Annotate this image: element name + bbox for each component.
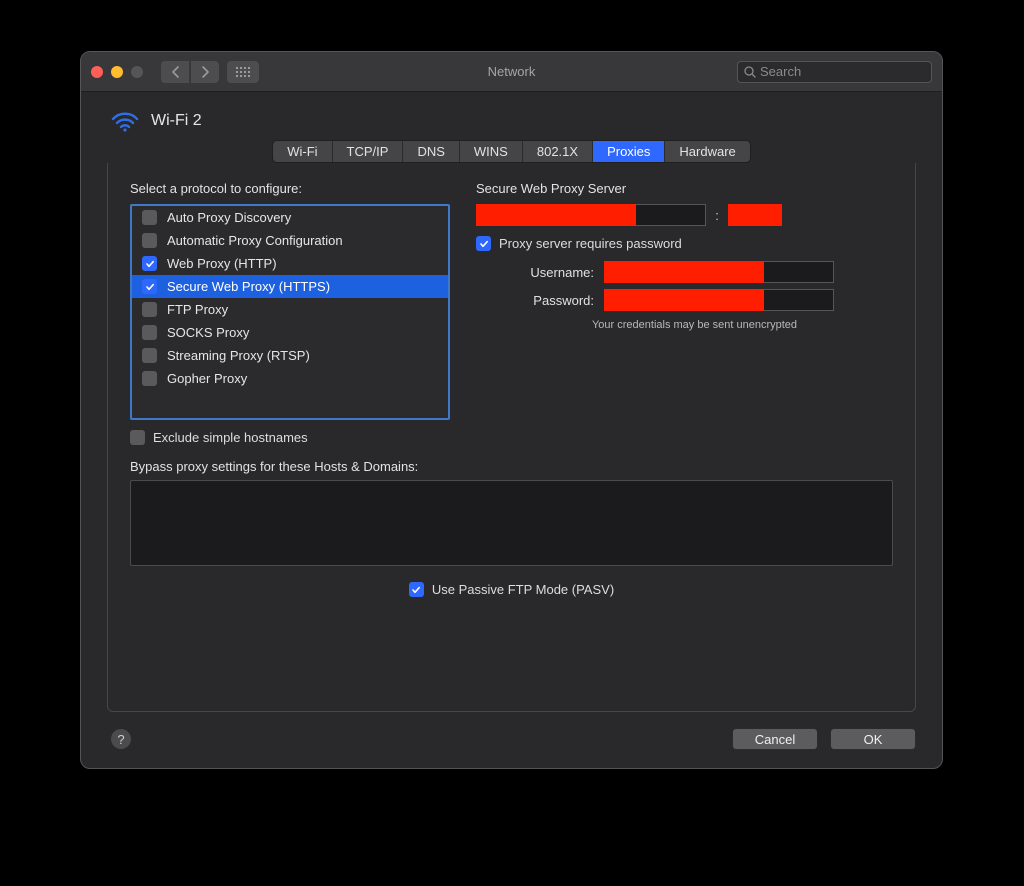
protocol-checkbox-7[interactable] xyxy=(142,371,157,386)
protocol-checkbox-5[interactable] xyxy=(142,325,157,340)
protocol-checkbox-3[interactable] xyxy=(142,279,157,294)
server-host-field[interactable] xyxy=(476,204,636,226)
protocol-label-0: Auto Proxy Discovery xyxy=(167,210,291,225)
protocol-heading: Select a protocol to configure: xyxy=(130,181,450,196)
proxies-panel: Select a protocol to configure: Auto Pro… xyxy=(107,163,916,712)
tab-proxies[interactable]: Proxies xyxy=(593,141,665,162)
pasv-checkbox[interactable] xyxy=(409,582,424,597)
credentials-note: Your credentials may be sent unencrypted xyxy=(476,319,893,331)
server-port-separator: : xyxy=(712,208,722,223)
protocol-label-3: Secure Web Proxy (HTTPS) xyxy=(167,279,330,294)
titlebar: Network xyxy=(81,52,942,92)
minimize-window-button[interactable] xyxy=(111,66,123,78)
tab-wins[interactable]: WINS xyxy=(460,141,523,162)
protocol-label-2: Web Proxy (HTTP) xyxy=(167,256,277,271)
protocol-row-0[interactable]: Auto Proxy Discovery xyxy=(132,206,448,229)
protocol-list[interactable]: Auto Proxy Discovery Automatic Proxy Conf… xyxy=(130,204,450,420)
exclude-simple-row[interactable]: Exclude simple hostnames xyxy=(130,430,450,445)
protocol-checkbox-0[interactable] xyxy=(142,210,157,225)
requires-password-checkbox[interactable] xyxy=(476,236,491,251)
prefs-window: Network Wi-Fi 2 Wi-FiTCP/IPDNSWINS802.1X… xyxy=(80,51,943,769)
protocol-checkbox-1[interactable] xyxy=(142,233,157,248)
search-field[interactable] xyxy=(737,61,932,83)
tab-wi-fi[interactable]: Wi-Fi xyxy=(273,141,332,162)
cancel-button[interactable]: Cancel xyxy=(732,728,818,750)
protocol-row-2[interactable]: Web Proxy (HTTP) xyxy=(132,252,448,275)
protocol-row-5[interactable]: SOCKS Proxy xyxy=(132,321,448,344)
protocol-row-4[interactable]: FTP Proxy xyxy=(132,298,448,321)
server-host-field-tail[interactable] xyxy=(636,204,706,226)
interface-header: Wi-Fi 2 xyxy=(81,92,942,140)
protocol-label-4: FTP Proxy xyxy=(167,302,228,317)
bypass-label: Bypass proxy settings for these Hosts & … xyxy=(130,459,893,474)
protocol-label-5: SOCKS Proxy xyxy=(167,325,249,340)
username-label: Username: xyxy=(476,265,594,280)
username-field[interactable] xyxy=(604,261,834,283)
pasv-row[interactable]: Use Passive FTP Mode (PASV) xyxy=(130,582,893,597)
protocol-row-3[interactable]: Secure Web Proxy (HTTPS) xyxy=(132,275,448,298)
protocol-checkbox-6[interactable] xyxy=(142,348,157,363)
protocol-label-6: Streaming Proxy (RTSP) xyxy=(167,348,310,363)
server-port-field[interactable] xyxy=(728,204,782,226)
interface-name: Wi-Fi 2 xyxy=(151,112,202,130)
protocol-label-1: Automatic Proxy Configuration xyxy=(167,233,343,248)
protocol-checkbox-2[interactable] xyxy=(142,256,157,271)
help-button[interactable]: ? xyxy=(111,729,131,749)
zoom-window-button[interactable] xyxy=(131,66,143,78)
requires-password-row[interactable]: Proxy server requires password xyxy=(476,236,893,251)
exclude-simple-label: Exclude simple hostnames xyxy=(153,430,308,445)
protocol-checkbox-4[interactable] xyxy=(142,302,157,317)
tab-dns[interactable]: DNS xyxy=(403,141,459,162)
requires-password-label: Proxy server requires password xyxy=(499,236,682,251)
protocol-row-6[interactable]: Streaming Proxy (RTSP) xyxy=(132,344,448,367)
forward-button[interactable] xyxy=(191,61,219,83)
protocol-row-7[interactable]: Gopher Proxy xyxy=(132,367,448,390)
nav-buttons xyxy=(161,61,219,83)
server-address-row: : xyxy=(476,204,893,226)
bottom-bar: ? Cancel OK xyxy=(81,728,942,768)
tab-tcp-ip[interactable]: TCP/IP xyxy=(333,141,404,162)
exclude-simple-checkbox[interactable] xyxy=(130,430,145,445)
tab-hardware[interactable]: Hardware xyxy=(665,141,749,162)
wifi-icon xyxy=(111,110,139,132)
protocol-row-1[interactable]: Automatic Proxy Configuration xyxy=(132,229,448,252)
back-button[interactable] xyxy=(161,61,189,83)
search-input[interactable] xyxy=(760,64,925,79)
window-controls xyxy=(91,66,143,78)
password-field[interactable] xyxy=(604,289,834,311)
search-icon xyxy=(744,66,756,78)
protocol-label-7: Gopher Proxy xyxy=(167,371,247,386)
show-all-button[interactable] xyxy=(227,61,259,83)
tab-802-1x[interactable]: 802.1X xyxy=(523,141,593,162)
ok-button[interactable]: OK xyxy=(830,728,916,750)
bypass-textarea[interactable] xyxy=(130,480,893,566)
server-heading: Secure Web Proxy Server xyxy=(476,181,893,196)
password-label: Password: xyxy=(476,293,594,308)
tab-bar: Wi-FiTCP/IPDNSWINS802.1XProxiesHardware xyxy=(272,140,751,163)
pasv-label: Use Passive FTP Mode (PASV) xyxy=(432,582,614,597)
close-window-button[interactable] xyxy=(91,66,103,78)
